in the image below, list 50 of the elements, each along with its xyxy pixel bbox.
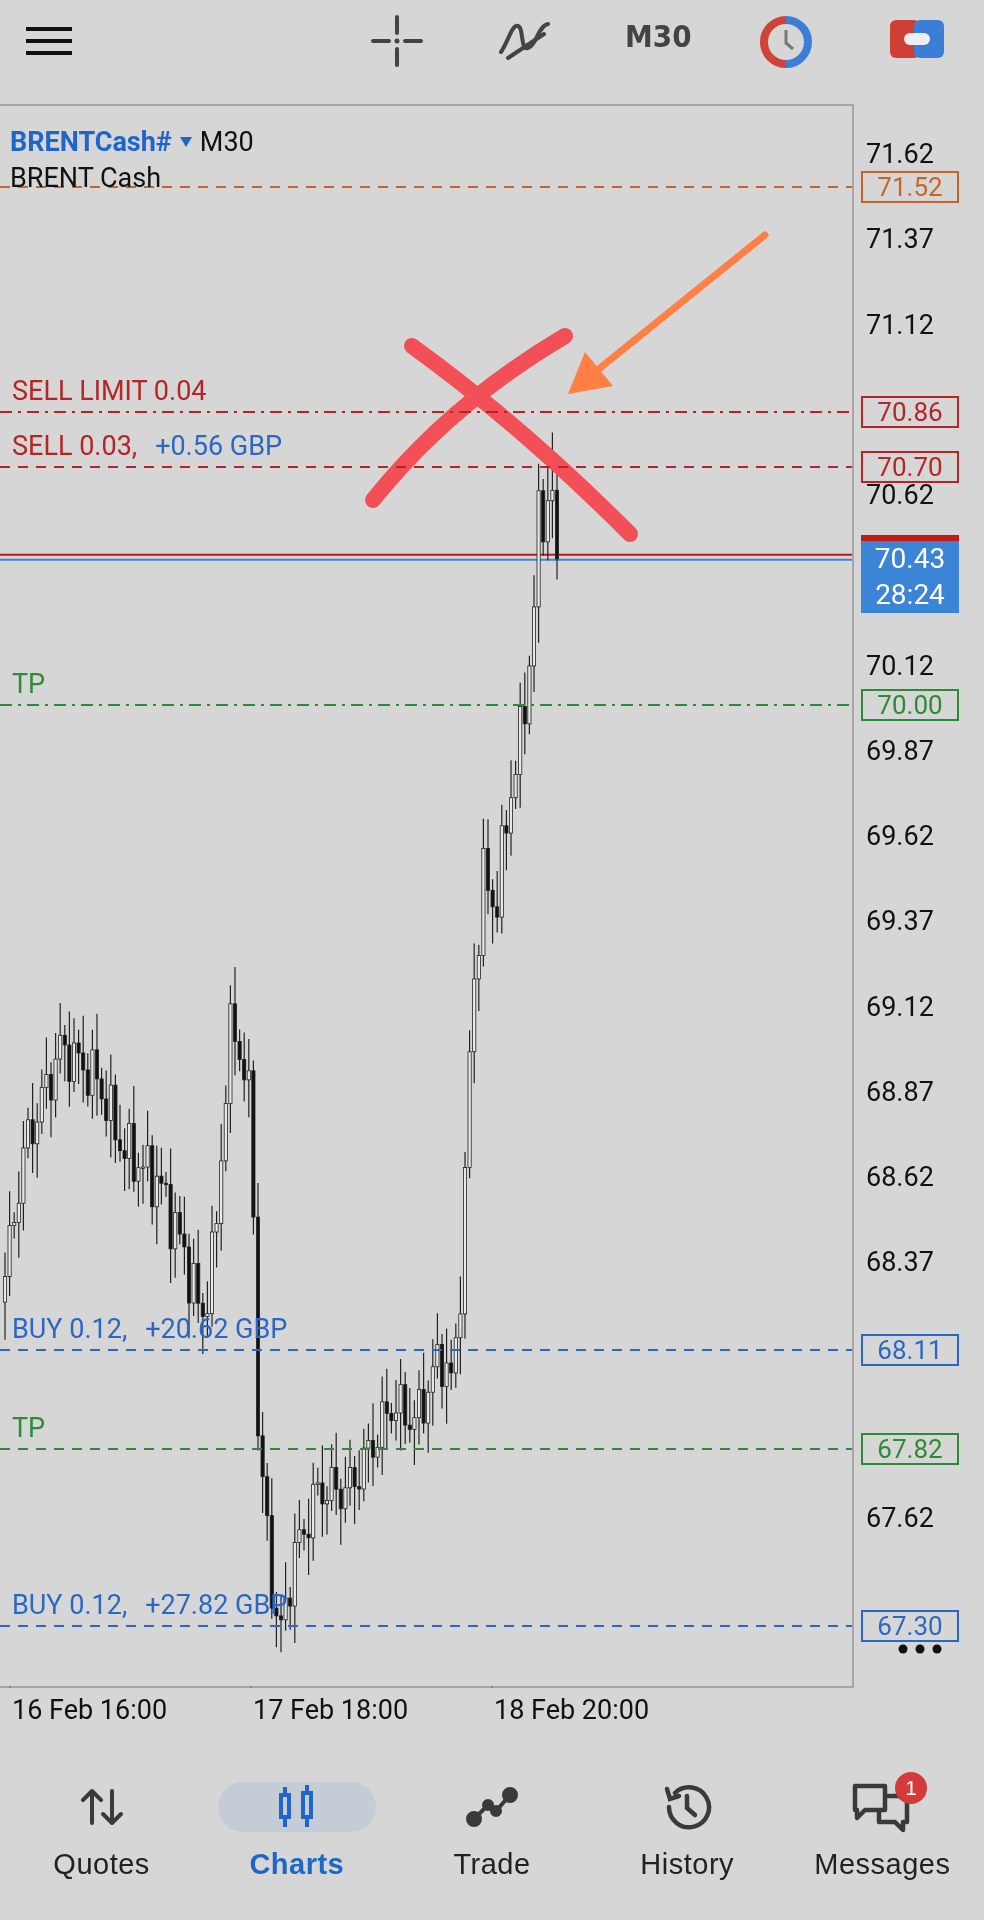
- price-axis-label: 68.62: [866, 1165, 934, 1189]
- price-tag: 67.30: [861, 1610, 959, 1643]
- position-label: SELL 0.03,: [12, 429, 138, 462]
- clock-icon[interactable]: [760, 16, 812, 68]
- price-tag: 71.52: [861, 171, 959, 204]
- price-tag: 70.00: [861, 689, 959, 722]
- order-label: SELL LIMIT 0.04: [12, 375, 207, 408]
- price-tag: 70.86: [861, 396, 959, 429]
- price-axis-label: 69.12: [866, 994, 934, 1019]
- more-icon[interactable]: [898, 1644, 942, 1654]
- toggle-icon[interactable]: [890, 20, 944, 58]
- bar-countdown: 28:24: [874, 576, 946, 613]
- nav-tab[interactable]: Charts: [199, 1768, 395, 1920]
- price-tag: 67.82: [861, 1432, 959, 1465]
- menu-icon[interactable]: [26, 27, 74, 55]
- time-axis-label: 18 Feb 20:00: [494, 1694, 650, 1726]
- price-axis-label: 71.12: [866, 312, 934, 337]
- symbol-name[interactable]: BRENTCash#: [10, 126, 172, 158]
- price-axis-label: 69.62: [866, 824, 934, 848]
- price-axis-label: 69.87: [866, 738, 934, 763]
- price-axis-label: 70.12: [866, 653, 934, 678]
- line-chart-icon: [466, 1787, 518, 1827]
- price-tag: 68.11: [861, 1333, 959, 1366]
- arrows-icon: [79, 1787, 124, 1827]
- time-axis-label: 17 Feb 18:00: [253, 1694, 409, 1726]
- timeframe-label: M30: [199, 126, 254, 158]
- price-axis-label: 67.62: [866, 1506, 934, 1530]
- position-label: BUY 0.12,: [12, 1312, 128, 1345]
- price-axis-label: 70.62: [866, 483, 934, 507]
- price-axis-label: 69.37: [866, 909, 934, 934]
- nav-tab[interactable]: Quotes: [4, 1768, 200, 1920]
- current-price: 70.43: [873, 540, 947, 577]
- nav-tab[interactable]: History: [589, 1768, 785, 1920]
- price-axis-label: 71.62: [866, 142, 934, 166]
- price-axis-label: 71.37: [866, 227, 934, 252]
- symbol-description: BRENT Cash: [10, 162, 162, 194]
- price-axis-label: 68.37: [866, 1250, 934, 1275]
- nav-tab[interactable]: 1 Messages: [784, 1768, 980, 1920]
- position-label: BUY 0.12,: [12, 1589, 128, 1622]
- take-profit-label: TP: [12, 1411, 46, 1444]
- notification-badge: 1: [895, 1772, 928, 1804]
- crosshair-icon[interactable]: [371, 15, 423, 67]
- price-tag: 70.70: [861, 450, 959, 483]
- nav-tab[interactable]: Trade: [394, 1768, 590, 1920]
- profit-label: +0.56 GBP: [155, 429, 283, 462]
- price-axis-label: 68.87: [866, 1079, 934, 1104]
- time-axis-label: 16 Feb 16:00: [12, 1694, 168, 1726]
- caret-icon[interactable]: [179, 137, 192, 147]
- timeframe-button[interactable]: M30: [625, 18, 692, 54]
- take-profit-label: TP: [12, 668, 46, 701]
